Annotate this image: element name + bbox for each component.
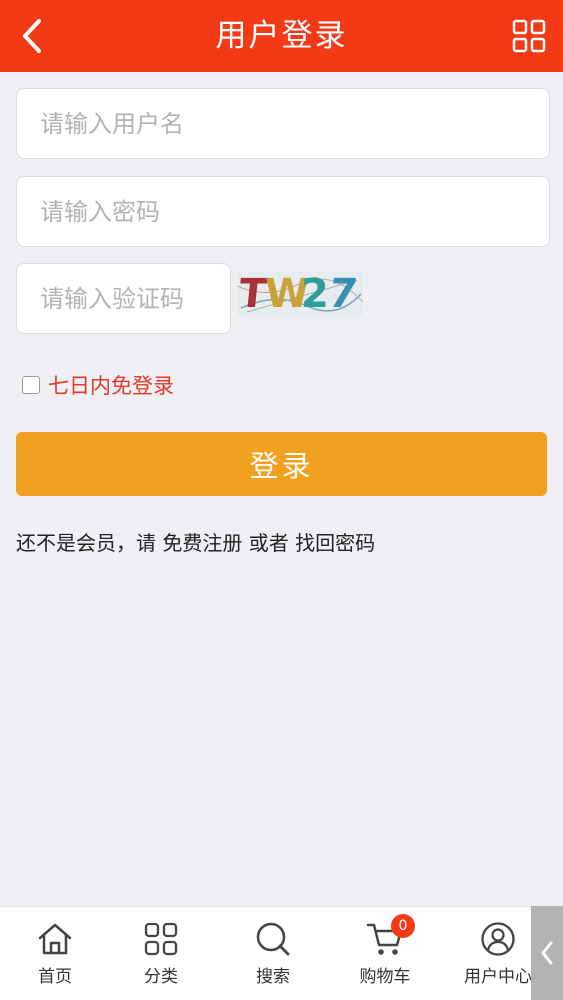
- recover-password-link[interactable]: 找回密码: [295, 531, 375, 555]
- tab-label: 用户中心: [464, 967, 532, 987]
- cart-icon: 0: [365, 914, 415, 958]
- tab-label: 分类: [144, 967, 178, 987]
- bottom-tab-bar: 首页 分类 搜索 0 购物车 用户中心: [0, 906, 563, 1000]
- tab-label: 搜索: [256, 967, 290, 987]
- tab-cart[interactable]: 0 购物车: [330, 907, 440, 1000]
- captcha-char: 2: [301, 272, 329, 316]
- remember-me-label: 七日内免登录: [48, 374, 174, 398]
- tab-home[interactable]: 首页: [0, 907, 110, 1000]
- tab-label: 首页: [38, 967, 72, 987]
- username-input[interactable]: [17, 89, 549, 158]
- tab-label: 购物车: [359, 967, 411, 987]
- category-icon: [141, 920, 181, 958]
- register-link[interactable]: 免费注册: [162, 531, 242, 555]
- side-panel-toggle[interactable]: [531, 906, 563, 1000]
- password-input[interactable]: [17, 177, 549, 246]
- captcha-input[interactable]: [17, 264, 230, 333]
- username-field-box: [16, 88, 550, 159]
- page-title: 用户登录: [215, 18, 348, 54]
- or-text: 或者: [248, 531, 289, 555]
- captcha-char: T: [237, 272, 269, 316]
- password-field-box: [16, 176, 550, 247]
- tab-search[interactable]: 搜索: [218, 907, 328, 1000]
- grid-icon: [512, 19, 546, 53]
- register-hint: 还不是会员，请 免费注册 或者 找回密码: [16, 527, 375, 556]
- header-bar: 用户登录: [0, 0, 563, 72]
- captcha-field-box: [16, 263, 231, 334]
- captcha-image[interactable]: T W 2 7: [237, 272, 363, 316]
- cart-count-badge: 0: [391, 914, 415, 938]
- login-button[interactable]: 登录: [16, 432, 547, 496]
- user-icon: [478, 920, 518, 958]
- checkbox-box[interactable]: [22, 376, 40, 394]
- home-icon: [35, 920, 75, 958]
- remember-me-checkbox[interactable]: 七日内免登录: [22, 370, 174, 400]
- menu-grid-button[interactable]: [505, 12, 553, 60]
- register-prefix-text: 还不是会员，请: [16, 531, 156, 555]
- search-icon: [253, 920, 293, 958]
- chevron-left-icon: [541, 941, 553, 965]
- tab-category[interactable]: 分类: [106, 907, 216, 1000]
